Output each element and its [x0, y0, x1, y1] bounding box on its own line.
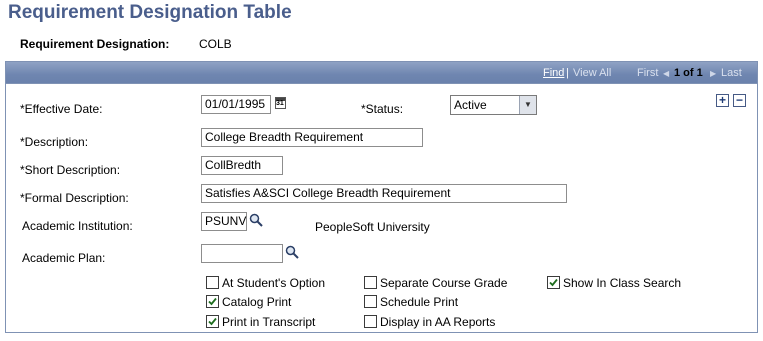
- short-description-label: *Short Description:: [20, 163, 121, 177]
- catalog-print-label: Catalog Print: [222, 295, 292, 309]
- checkmark-icon: [208, 297, 217, 306]
- print-in-transcript-label: Print in Transcript: [222, 315, 316, 329]
- academic-plan-field[interactable]: [201, 244, 283, 263]
- at-students-option-label: At Student's Option: [222, 276, 326, 290]
- academic-institution-field[interactable]: PSUNV: [201, 212, 247, 231]
- display-in-aa-reports-label: Display in AA Reports: [380, 315, 496, 329]
- delete-row-minus-icon[interactable]: −: [733, 94, 746, 107]
- show-in-class-search-label: Show In Class Search: [563, 276, 682, 290]
- academic-institution-description: PeopleSoft University: [315, 220, 430, 234]
- view-all-link[interactable]: View All: [573, 67, 611, 79]
- row-count: 1 of 1: [674, 67, 703, 79]
- first-link[interactable]: First: [637, 67, 658, 79]
- catalog-print-checkbox[interactable]: [206, 295, 219, 308]
- prev-arrow-icon[interactable]: ◀: [663, 69, 669, 78]
- academic-institution-label: Academic Institution:: [22, 219, 133, 233]
- academic-plan-label: Academic Plan:: [22, 251, 106, 265]
- schedule-print-label: Schedule Print: [380, 295, 459, 309]
- status-select[interactable]: Active ▼: [450, 95, 537, 115]
- status-label: *Status:: [361, 102, 404, 116]
- institution-lookup-magnifier-icon[interactable]: [249, 213, 263, 227]
- short-description-field[interactable]: CollBredth: [201, 156, 283, 175]
- next-arrow-icon[interactable]: ▶: [710, 69, 716, 78]
- formal-description-field[interactable]: Satisfies A&SCI College Breadth Requirem…: [201, 184, 567, 203]
- checkmark-icon: [549, 278, 558, 287]
- find-link[interactable]: Find: [543, 67, 564, 79]
- status-selected-value: Active: [454, 98, 487, 112]
- last-link[interactable]: Last: [721, 67, 742, 79]
- separate-course-grade-checkbox[interactable]: [364, 276, 377, 289]
- display-in-aa-reports-checkbox[interactable]: [364, 315, 377, 328]
- nav-separator: |: [566, 67, 569, 79]
- effective-date-label: *Effective Date:: [20, 102, 103, 116]
- separate-course-grade-label: Separate Course Grade: [380, 276, 508, 290]
- at-students-option-checkbox[interactable]: [206, 276, 219, 289]
- checkmark-icon: [208, 317, 217, 326]
- formal-description-label: *Formal Description:: [20, 191, 129, 205]
- print-in-transcript-checkbox[interactable]: [206, 315, 219, 328]
- requirement-designation-label: Requirement Designation:: [20, 37, 170, 51]
- requirement-designation-value: COLB: [199, 37, 232, 51]
- description-field[interactable]: College Breadth Requirement: [201, 128, 423, 147]
- add-row-plus-icon[interactable]: +: [716, 94, 729, 107]
- calendar-icon[interactable]: [275, 97, 286, 109]
- effective-date-field[interactable]: 01/01/1995: [201, 95, 271, 114]
- show-in-class-search-checkbox[interactable]: [547, 276, 560, 289]
- description-label: *Description:: [20, 135, 89, 149]
- chevron-down-icon[interactable]: ▼: [519, 96, 536, 114]
- panel-header: Find | View All First ◀ 1 of 1 ▶ Last: [6, 62, 757, 84]
- schedule-print-checkbox[interactable]: [364, 295, 377, 308]
- plan-lookup-magnifier-icon[interactable]: [285, 245, 299, 259]
- page-title: Requirement Designation Table: [8, 2, 292, 23]
